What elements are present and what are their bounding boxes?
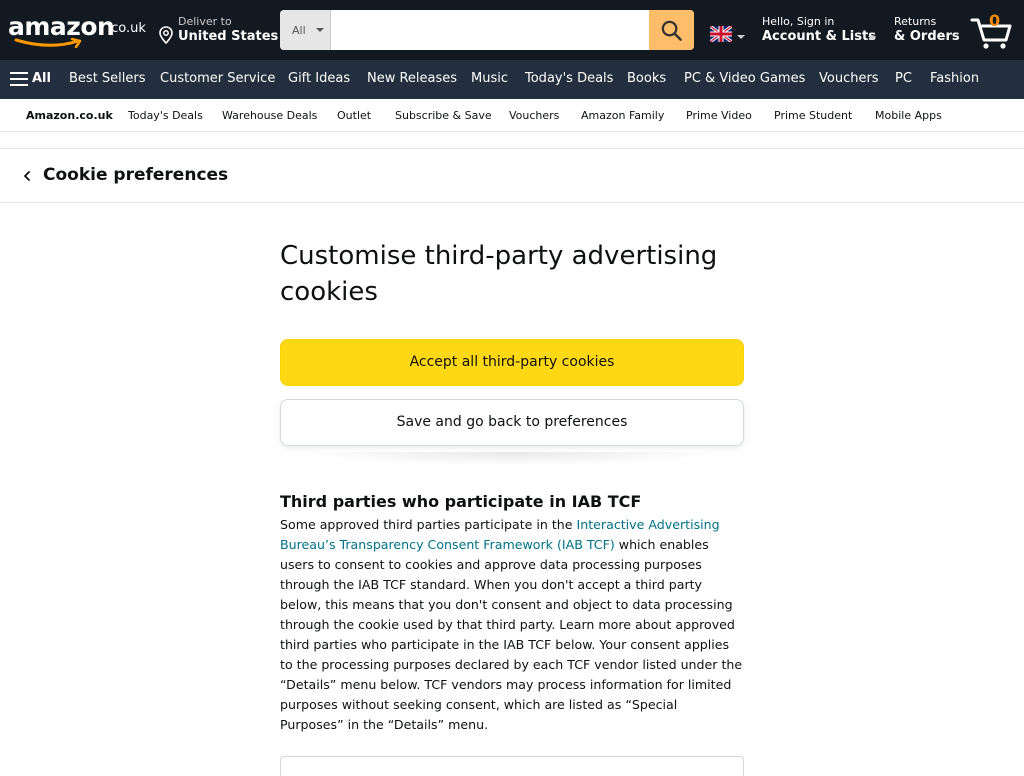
sub-nav-todays-deals[interactable]: Today's Deals (128, 109, 203, 122)
section-title: Third parties who participate in IAB TCF (280, 492, 642, 511)
logo-smile-icon (14, 38, 82, 48)
search-category-label: All (292, 24, 306, 37)
caret-down-icon (316, 28, 324, 32)
section-divider (280, 452, 744, 476)
nav-link-music[interactable]: Music (471, 71, 508, 86)
sub-nav-amazon-family[interactable]: Amazon Family (581, 109, 664, 122)
description-text-end: which enables users to consent to cookie… (280, 537, 743, 732)
language-selector[interactable] (709, 24, 746, 44)
caret-down-icon (868, 36, 876, 40)
nav-link-todays-deals[interactable]: Today's Deals (525, 71, 613, 86)
sub-nav-home[interactable]: Amazon.co.uk (26, 109, 113, 122)
nav-link-gift-ideas[interactable]: Gift Ideas (288, 71, 350, 86)
deliver-location: United States (178, 29, 279, 44)
save-go-back-button[interactable]: Save and go back to preferences (280, 399, 744, 446)
search-category-select[interactable]: All (280, 10, 331, 50)
nav-link-books[interactable]: Books (627, 71, 666, 86)
nav-link-vouchers[interactable]: Vouchers (819, 71, 879, 86)
account-label: Account & Lists (762, 29, 876, 44)
main-content: Customise third-party advertising cookie… (280, 238, 744, 735)
sub-nav-outlet[interactable]: Outlet (337, 109, 371, 122)
chevron-left-icon[interactable] (23, 170, 31, 182)
breadcrumb: Cookie preferences (0, 148, 1024, 203)
cart-count: 0 (989, 11, 1001, 30)
deliver-to[interactable]: Deliver to United States (158, 14, 278, 48)
nav-link-pc-video-games[interactable]: PC & Video Games (684, 71, 805, 86)
page-heading: Customise third-party advertising cookie… (280, 241, 718, 307)
cart-button[interactable]: 0 (968, 10, 1018, 50)
search-button[interactable] (649, 10, 694, 50)
uk-flag-icon (709, 24, 733, 44)
location-pin-icon (159, 26, 173, 44)
sub-nav-vouchers[interactable]: Vouchers (509, 109, 559, 122)
logo-wordmark: amazon (8, 12, 115, 41)
search-input[interactable] (332, 10, 649, 50)
sub-nav-subscribe-save[interactable]: Subscribe & Save (395, 109, 492, 122)
account-greeting: Hello, Sign in (762, 15, 835, 28)
nav-link-pc[interactable]: PC (895, 71, 912, 86)
returns-orders[interactable]: Returns & Orders (894, 14, 964, 48)
caret-down-icon (737, 35, 745, 39)
nav-link-best-sellers[interactable]: Best Sellers (69, 71, 146, 86)
sub-nav-warehouse-deals[interactable]: Warehouse Deals (222, 109, 317, 122)
all-menu-label: All (32, 71, 51, 86)
nav-link-new-releases[interactable]: New Releases (367, 71, 457, 86)
logo-tld: .co.uk (107, 21, 146, 36)
sub-nav: Amazon.co.uk Today's Deals Warehouse Dea… (0, 99, 1024, 132)
search-icon (661, 20, 682, 41)
account-lists[interactable]: Hello, Sign in Account & Lists (762, 14, 882, 48)
main-nav: All Best Sellers Customer Service Gift I… (0, 60, 1024, 99)
top-nav: amazon .co.uk Deliver to United States A… (0, 0, 1024, 60)
deliver-label: Deliver to (178, 15, 232, 28)
sub-nav-prime-student[interactable]: Prime Student (774, 109, 852, 122)
page-title[interactable]: Cookie preferences (43, 165, 228, 185)
nav-link-customer-service[interactable]: Customer Service (160, 71, 275, 86)
hamburger-icon (10, 72, 28, 87)
orders-label: & Orders (894, 29, 960, 44)
sub-nav-mobile-apps[interactable]: Mobile Apps (875, 109, 942, 122)
search-bar: All (280, 10, 694, 50)
section-description: Some approved third parties participate … (280, 515, 744, 735)
description-text-start: Some approved third parties participate … (280, 517, 577, 532)
amazon-logo[interactable]: amazon .co.uk (8, 12, 146, 50)
accept-all-button[interactable]: Accept all third-party cookies (280, 339, 744, 386)
vendor-list-panel (280, 756, 744, 776)
nav-link-fashion[interactable]: Fashion (930, 71, 979, 86)
returns-label: Returns (894, 15, 937, 28)
sub-nav-prime-video[interactable]: Prime Video (686, 109, 752, 122)
